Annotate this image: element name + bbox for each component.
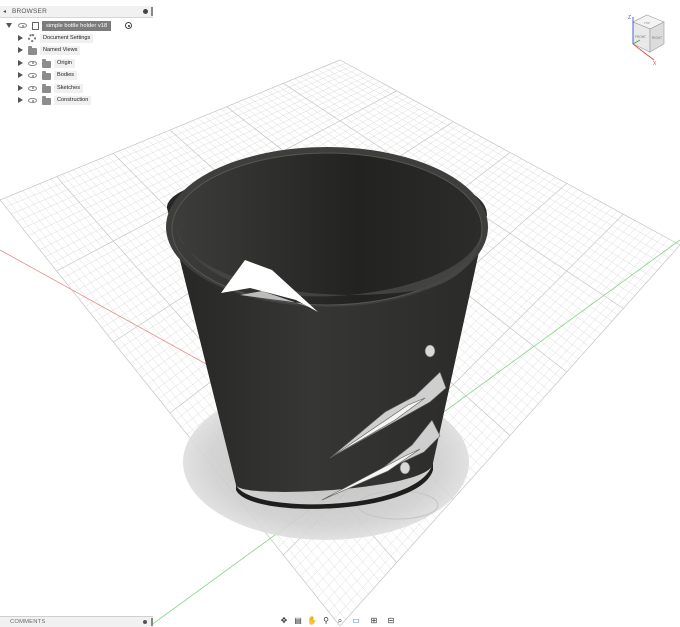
browser-item-label[interactable]: Bodies xyxy=(54,71,78,81)
browser-item-row[interactable]: Origin xyxy=(0,58,153,69)
document-name[interactable]: simple bottle holder v18 xyxy=(42,21,112,31)
folder-icon xyxy=(42,71,51,81)
expand-right-icon[interactable] xyxy=(18,59,23,66)
viewcube-right-label: RIGHT xyxy=(652,36,662,40)
browser-item-row[interactable]: Bodies xyxy=(0,70,153,81)
browser-item-row[interactable]: Named Views xyxy=(0,45,153,56)
viewports-icon[interactable]: ⊟ xyxy=(386,616,396,625)
browser-item-label[interactable]: Construction xyxy=(54,96,92,105)
folder-icon xyxy=(42,96,51,105)
visibility-eye-icon[interactable] xyxy=(28,98,37,103)
fit-icon[interactable]: ⌕ xyxy=(335,616,345,625)
browser-item-row[interactable]: Sketches xyxy=(0,83,153,94)
browser-item-label[interactable]: Sketches xyxy=(54,83,84,93)
pan-icon[interactable]: ✋ xyxy=(307,616,317,625)
comments-title: COMMENTS xyxy=(10,619,46,625)
display-settings-icon[interactable]: ▭ xyxy=(351,616,361,625)
visibility-eye-icon[interactable] xyxy=(28,85,37,91)
viewcube-top-label: TOP xyxy=(644,21,650,25)
comments-panel[interactable]: COMMENTS xyxy=(0,616,153,627)
browser-item-label[interactable]: Named Views xyxy=(40,46,81,56)
browser-item-label[interactable]: Origin xyxy=(54,58,75,68)
viewcube-front-label: FRONT xyxy=(635,35,646,39)
navigation-toolbar: ✥ ▤ ✋ ⚲ ⌕ ▭ ⊞ ⊟ xyxy=(275,615,403,626)
side-hole-upper xyxy=(424,344,436,358)
browser-item-label[interactable]: Document Settings xyxy=(40,34,94,43)
folder-icon xyxy=(42,83,51,93)
activate-component-icon[interactable] xyxy=(125,22,132,29)
comments-resize-handle[interactable] xyxy=(151,618,153,626)
browser-panel: ◂ BROWSER simple bottle holder v18 Docum… xyxy=(0,0,153,108)
folder-icon xyxy=(42,58,51,68)
collapse-arrow-icon[interactable]: ◂ xyxy=(3,8,6,15)
expand-down-icon[interactable] xyxy=(6,23,12,28)
document-icon xyxy=(32,22,39,30)
viewcube-x-label: X xyxy=(653,61,657,67)
expand-right-icon[interactable] xyxy=(18,97,23,103)
expand-right-icon[interactable] xyxy=(18,84,23,91)
visibility-eye-icon[interactable] xyxy=(18,23,27,28)
browser-title: BROWSER xyxy=(12,8,47,15)
viewcube-z-label: Z xyxy=(628,15,631,21)
zoom-icon[interactable]: ⚲ xyxy=(321,616,331,625)
visibility-eye-icon[interactable] xyxy=(28,73,37,79)
browser-item-row[interactable]: Construction xyxy=(0,95,153,106)
orbit-icon[interactable]: ✥ xyxy=(279,616,289,625)
grid-icon[interactable]: ⊞ xyxy=(369,616,379,625)
expand-right-icon[interactable] xyxy=(18,35,23,41)
visibility-eye-icon[interactable] xyxy=(28,60,37,66)
expand-right-icon[interactable] xyxy=(18,72,23,79)
browser-item-row[interactable]: Document Settings xyxy=(0,33,153,44)
look-at-icon[interactable]: ▤ xyxy=(293,616,303,625)
browser-menu-icon[interactable] xyxy=(143,9,148,14)
viewcube[interactable]: TOP FRONT RIGHT Z X xyxy=(620,12,675,67)
comments-menu-icon[interactable] xyxy=(143,620,147,624)
browser-root-row[interactable]: simple bottle holder v18 xyxy=(0,20,153,31)
panel-resize-handle[interactable] xyxy=(151,7,153,16)
expand-right-icon[interactable] xyxy=(18,47,23,54)
folder-icon xyxy=(28,46,37,56)
gear-icon xyxy=(28,34,36,42)
side-hole-lower xyxy=(399,461,411,475)
browser-header[interactable]: ◂ BROWSER xyxy=(0,6,153,18)
